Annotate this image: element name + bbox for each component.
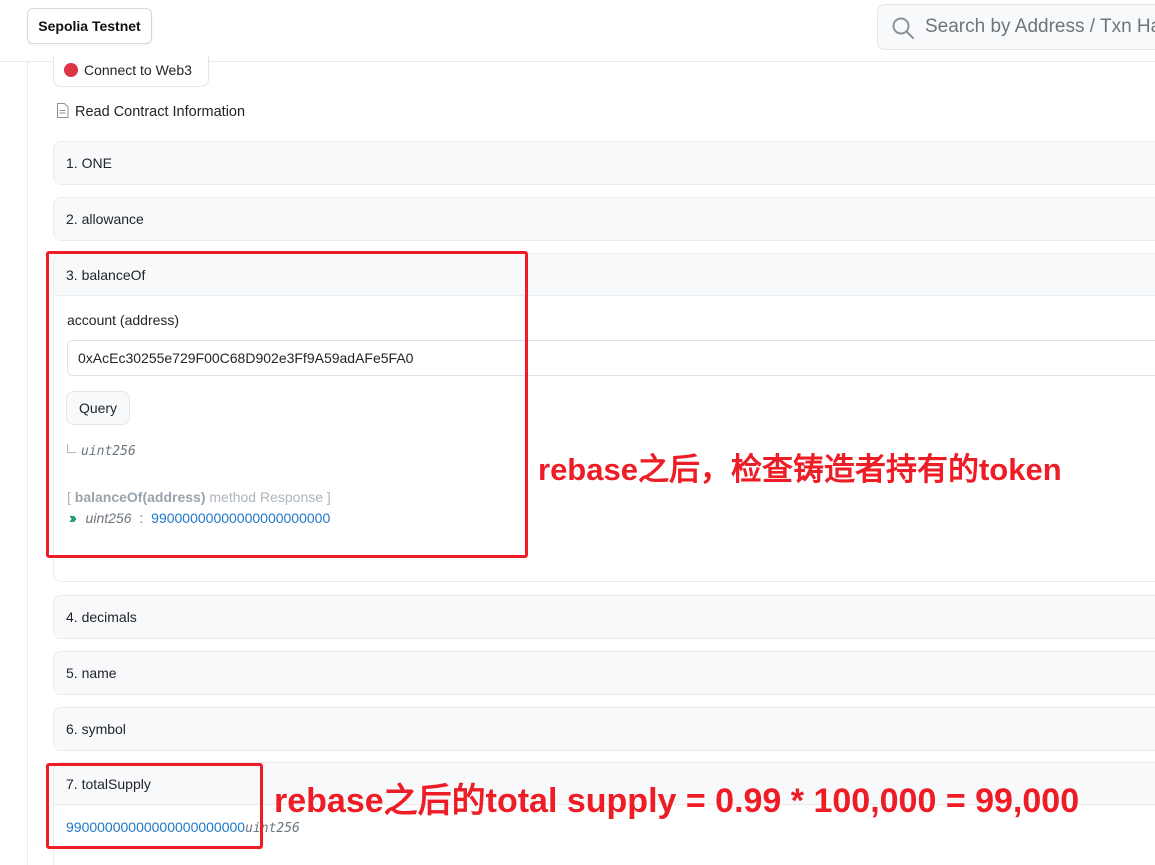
annotation-box-totalsupply — [46, 763, 263, 849]
function-card-decimals: 4. decimals — [53, 595, 1155, 639]
annotation-balance-note: rebase之后，检查铸造者持有的token — [538, 452, 1062, 487]
search-box[interactable] — [877, 4, 1155, 50]
read-contract-heading: Read Contract Information — [56, 103, 245, 120]
function-card-symbol: 6. symbol — [53, 707, 1155, 751]
document-icon — [57, 103, 69, 118]
page-border — [27, 62, 28, 865]
connect-web3-label: Connect to Web3 — [84, 62, 192, 78]
function-header-one[interactable]: 1. ONE — [54, 142, 1155, 184]
search-input[interactable] — [925, 5, 1155, 49]
connect-web3-button[interactable]: Connect to Web3 — [53, 55, 209, 87]
function-header-decimals[interactable]: 4. decimals — [54, 596, 1155, 638]
function-header-symbol[interactable]: 6. symbol — [54, 708, 1155, 750]
top-bar: Sepolia Testnet — [0, 0, 1155, 62]
annotation-box-balanceof — [46, 251, 528, 558]
disconnected-status-icon — [64, 63, 78, 77]
annotation-supply-note: rebase之后的total supply = 0.99 * 100,000 =… — [274, 782, 1080, 820]
function-header-name[interactable]: 5. name — [54, 652, 1155, 694]
search-icon — [892, 17, 914, 39]
function-card-one: 1. ONE — [53, 141, 1155, 185]
function-header-allowance[interactable]: 2. allowance — [54, 198, 1155, 240]
function-card-allowance: 2. allowance — [53, 197, 1155, 241]
function-card-name: 5. name — [53, 651, 1155, 695]
read-contract-label: Read Contract Information — [75, 104, 246, 120]
network-button[interactable]: Sepolia Testnet — [27, 8, 152, 44]
